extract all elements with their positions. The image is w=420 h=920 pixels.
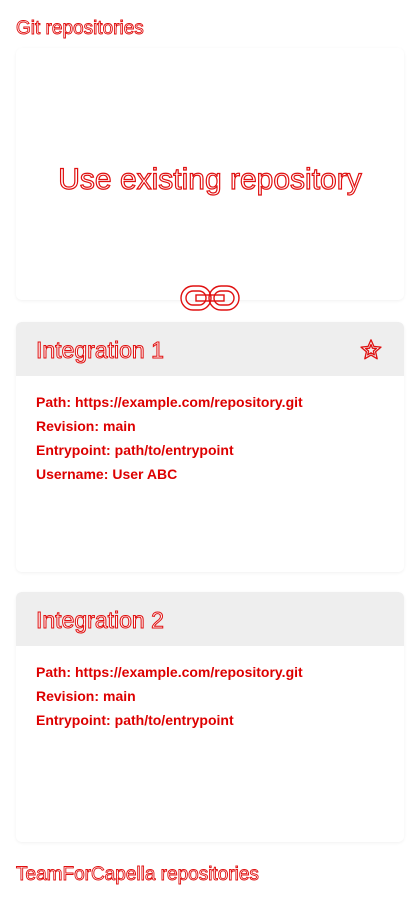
- path-label: Path:: [36, 664, 71, 680]
- use-existing-repository-card[interactable]: Use existing repository: [16, 48, 404, 311]
- teamforcapella-repositories-heading: TeamForCapella repositories: [16, 864, 260, 886]
- integration-card[interactable]: Integration 2 Path: https://example.com/r…: [16, 592, 404, 842]
- entrypoint-value: path/to/entrypoint: [114, 712, 234, 728]
- path-value: https://example.com/repository.git: [75, 394, 303, 410]
- path-row: Path: https://example.com/repository.git: [36, 390, 386, 414]
- integration-card[interactable]: Integration 1 Path: https://example.com/r…: [16, 322, 404, 572]
- integration-card-header: Integration 1: [16, 322, 404, 376]
- path-row: Path: https://example.com/repository.git: [36, 660, 386, 684]
- path-label: Path:: [36, 394, 71, 410]
- path-value: https://example.com/repository.git: [75, 664, 303, 680]
- entrypoint-label: Entrypoint:: [36, 712, 111, 728]
- integration-title: Integration 2: [36, 607, 165, 634]
- revision-value: main: [103, 688, 136, 704]
- entrypoint-label: Entrypoint:: [36, 442, 111, 458]
- revision-label: Revision:: [36, 418, 100, 434]
- integration-card-header: Integration 2: [16, 592, 404, 646]
- integration-details: Path: https://example.com/repository.git …: [36, 390, 386, 486]
- entrypoint-row: Entrypoint: path/to/entrypoint: [36, 438, 386, 462]
- use-existing-repository-title: Use existing repository: [58, 162, 363, 196]
- revision-label: Revision:: [36, 688, 100, 704]
- integration-details: Path: https://example.com/repository.git …: [36, 660, 386, 732]
- username-row: Username: User ABC: [36, 462, 386, 486]
- git-repositories-heading: Git repositories: [16, 18, 145, 40]
- integration-title: Integration 1: [36, 337, 165, 364]
- entrypoint-row: Entrypoint: path/to/entrypoint: [36, 708, 386, 732]
- link-icon: [180, 285, 240, 311]
- revision-row: Revision: main: [36, 684, 386, 708]
- entrypoint-value: path/to/entrypoint: [114, 442, 234, 458]
- star-icon[interactable]: [359, 338, 383, 362]
- revision-row: Revision: main: [36, 414, 386, 438]
- username-value: User ABC: [112, 466, 178, 482]
- revision-value: main: [103, 418, 136, 434]
- username-label: Username:: [36, 466, 109, 482]
